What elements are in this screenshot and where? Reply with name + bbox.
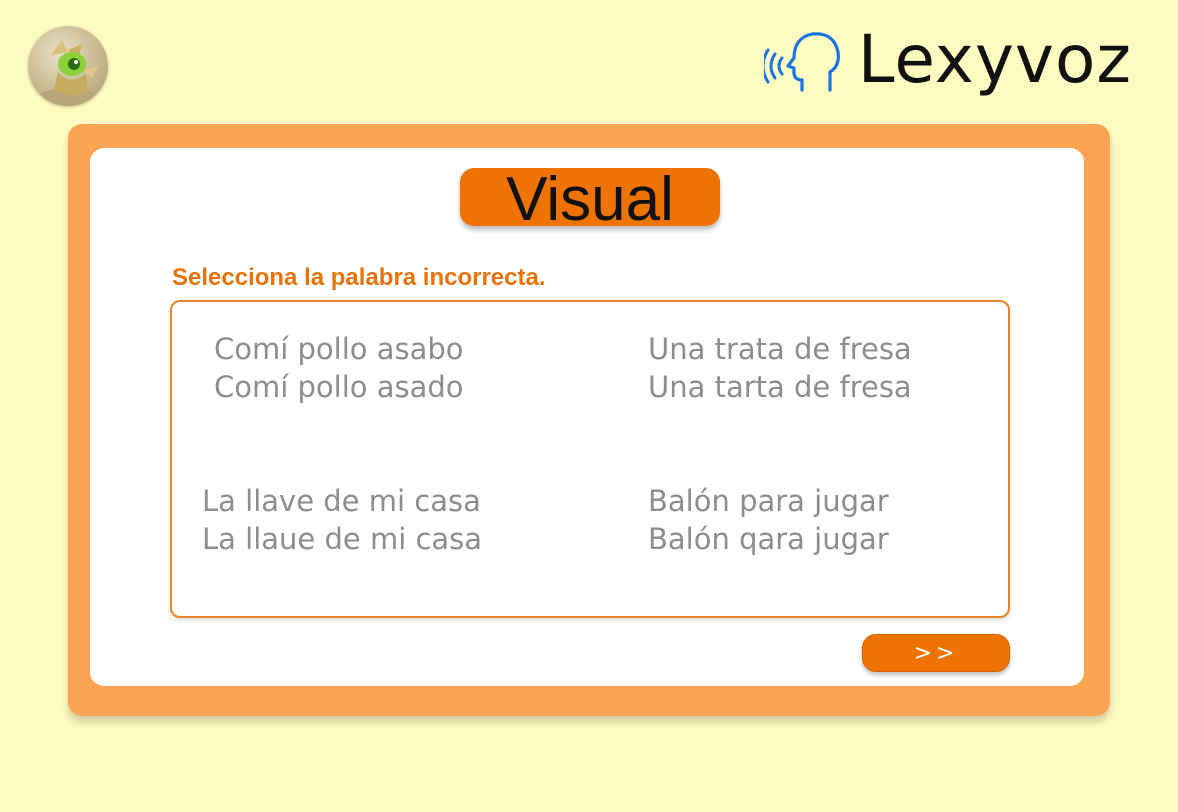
option-line[interactable]: Una tarta de fresa <box>648 368 912 406</box>
exercise-frame: Visual Selecciona la palabra incorrecta.… <box>68 124 1110 716</box>
options-box: Comí pollo asabo Comí pollo asado Una tr… <box>170 300 1010 618</box>
option-pair-2[interactable]: Una trata de fresa Una tarta de fresa <box>648 330 912 406</box>
option-line[interactable]: Balón qara jugar <box>648 520 889 558</box>
option-line[interactable]: La llaue de mi casa <box>202 520 482 558</box>
brand-logo: Lexyvoz <box>763 21 1132 98</box>
option-line[interactable]: Comí pollo asabo <box>214 330 464 368</box>
option-pair-4[interactable]: Balón para jugar Balón qara jugar <box>648 482 889 558</box>
speaking-head-icon <box>763 24 844 96</box>
option-pair-3[interactable]: La llave de mi casa La llaue de mi casa <box>202 482 482 558</box>
page: Lexyvoz Visual Selecciona la palabra inc… <box>0 0 1178 812</box>
option-line[interactable]: Comí pollo asado <box>214 368 464 406</box>
option-pair-1[interactable]: Comí pollo asabo Comí pollo asado <box>214 330 464 406</box>
brand-name: Lexyvoz <box>857 21 1132 98</box>
exercise-card: Visual Selecciona la palabra incorrecta.… <box>90 148 1084 686</box>
option-line[interactable]: Balón para jugar <box>648 482 889 520</box>
mascot-avatar-icon <box>38 40 98 106</box>
user-avatar[interactable] <box>28 26 108 106</box>
option-line[interactable]: La llave de mi casa <box>202 482 482 520</box>
exercise-title: Visual <box>506 165 674 234</box>
option-line[interactable]: Una trata de fresa <box>648 330 912 368</box>
title-badge: Visual <box>460 168 720 231</box>
instruction-text: Selecciona la palabra incorrecta. <box>172 264 546 291</box>
next-button[interactable]: >> <box>862 634 1010 672</box>
